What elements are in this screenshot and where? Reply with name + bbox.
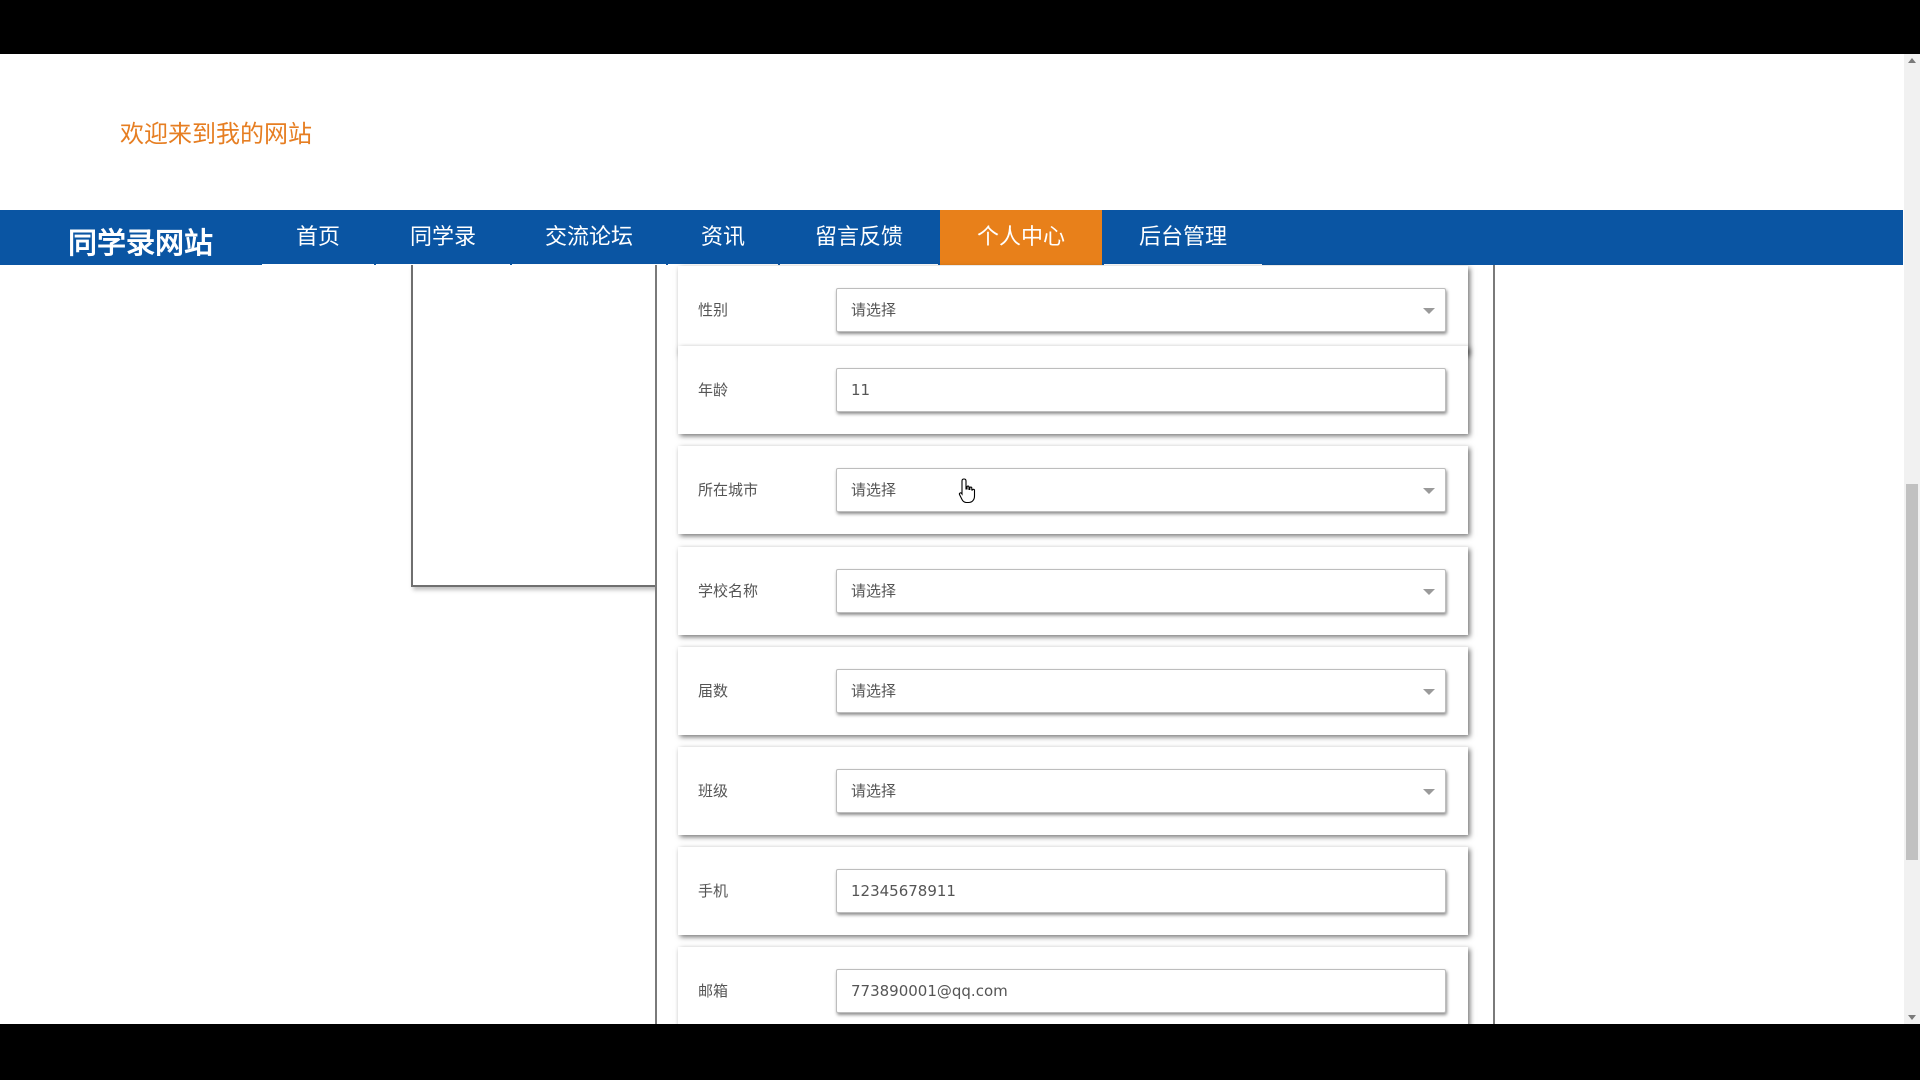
gender-select[interactable]: 请选择	[836, 288, 1446, 332]
nav-classmates-label: 同学录	[409, 225, 476, 250]
form-row-gender: 性别 请选择	[678, 266, 1468, 354]
nav-forum[interactable]: 交流论坛	[512, 210, 666, 267]
nav-personal-center[interactable]: 个人中心	[940, 210, 1102, 265]
scroll-up-arrow-icon[interactable]	[1908, 58, 1916, 63]
graduation-year-label: 届数	[698, 682, 729, 700]
form-row-phone: 手机 12345678911	[678, 847, 1468, 935]
form-row-graduation-year: 届数 请选择	[678, 647, 1468, 735]
chevron-down-icon	[1423, 789, 1435, 795]
class-select[interactable]: 请选择	[836, 769, 1446, 813]
main-navbar: 同学录网站 首页 同学录 交流论坛 资讯 留言反馈 个人中心 后台管理	[0, 210, 1903, 267]
form-row-school: 学校名称 请选择	[678, 547, 1468, 635]
nav-admin[interactable]: 后台管理	[1104, 210, 1262, 267]
browser-viewport: 欢迎来到我的网站 同学录网站 首页 同学录 交流论坛 资讯 留言反馈 个人中心 …	[0, 54, 1920, 1024]
screen: 欢迎来到我的网站 同学录网站 首页 同学录 交流论坛 资讯 留言反馈 个人中心 …	[0, 0, 1920, 1080]
age-input-value: 11	[851, 381, 871, 399]
graduation-year-select-value: 请选择	[851, 682, 897, 700]
chevron-down-icon	[1423, 689, 1435, 695]
chevron-down-icon	[1423, 308, 1435, 314]
class-select-value: 请选择	[851, 782, 897, 800]
form-row-age: 年龄 11	[678, 346, 1468, 434]
scroll-down-arrow-icon[interactable]	[1908, 1015, 1916, 1020]
phone-input-value: 12345678911	[851, 882, 956, 900]
scrollbar-thumb[interactable]	[1906, 484, 1918, 860]
nav-personal-center-label: 个人中心	[976, 225, 1065, 250]
hand-cursor-icon	[958, 478, 976, 504]
age-label: 年龄	[698, 381, 729, 399]
nav-underline	[262, 264, 374, 267]
nav-home[interactable]: 首页	[262, 210, 374, 267]
city-select-value: 请选择	[851, 481, 897, 499]
form-row-email: 邮箱 773890001@qq.com	[678, 947, 1468, 1024]
form-row-class: 班级 请选择	[678, 747, 1468, 835]
gender-select-value: 请选择	[851, 301, 897, 319]
nav-forum-label: 交流论坛	[544, 225, 633, 250]
nav-news[interactable]: 资讯	[668, 210, 778, 267]
email-input-value: 773890001@qq.com	[851, 982, 1008, 1000]
nav-feedback[interactable]: 留言反馈	[780, 210, 938, 267]
chevron-down-icon	[1423, 488, 1435, 494]
chevron-down-icon	[1423, 589, 1435, 595]
city-label: 所在城市	[698, 481, 759, 499]
email-label: 邮箱	[698, 982, 729, 1000]
class-label: 班级	[698, 782, 729, 800]
email-input[interactable]: 773890001@qq.com	[836, 969, 1446, 1013]
nav-home-label: 首页	[295, 225, 340, 250]
nav-feedback-label: 留言反馈	[814, 225, 903, 250]
welcome-text: 欢迎来到我的网站	[120, 120, 312, 148]
sidebar-panel	[411, 265, 658, 587]
nav-admin-label: 后台管理	[1138, 225, 1227, 250]
school-select[interactable]: 请选择	[836, 569, 1446, 613]
age-input[interactable]: 11	[836, 368, 1446, 412]
school-select-value: 请选择	[851, 582, 897, 600]
school-label: 学校名称	[698, 582, 759, 600]
phone-label: 手机	[698, 882, 729, 900]
page-scrollbar[interactable]	[1904, 54, 1920, 1024]
graduation-year-select[interactable]: 请选择	[836, 669, 1446, 713]
form-row-city: 所在城市 请选择	[678, 446, 1468, 534]
phone-input[interactable]: 12345678911	[836, 869, 1446, 913]
nav-classmates[interactable]: 同学录	[376, 210, 510, 267]
gender-label: 性别	[698, 301, 729, 319]
site-brand[interactable]: 同学录网站	[68, 220, 213, 262]
city-select[interactable]: 请选择	[836, 468, 1446, 512]
nav-news-label: 资讯	[700, 225, 745, 250]
